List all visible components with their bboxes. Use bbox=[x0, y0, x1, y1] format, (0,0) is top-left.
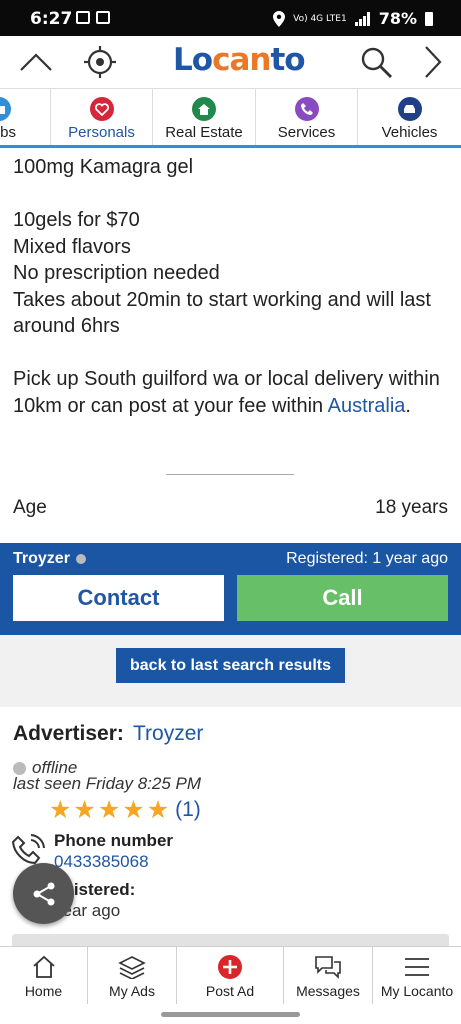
signal-icon bbox=[354, 11, 370, 26]
chevron-right-icon[interactable] bbox=[415, 44, 451, 80]
back-to-results-button[interactable]: back to last search results bbox=[116, 648, 345, 683]
battery-percent: 78% bbox=[378, 9, 417, 28]
share-button[interactable] bbox=[13, 863, 74, 924]
network-label: Vo) 4G LTE1 bbox=[293, 13, 347, 24]
category-label: bs bbox=[0, 124, 16, 141]
description-text: 100mg Kamagra gel 10gels for $70 Mixed f… bbox=[13, 156, 440, 417]
menu-icon bbox=[373, 954, 461, 980]
nav-home[interactable]: Home bbox=[0, 947, 88, 1005]
age-value: 18 years bbox=[375, 497, 448, 518]
heart-icon bbox=[89, 97, 114, 121]
notification-icon bbox=[76, 11, 90, 24]
category-vehicles[interactable]: Vehicles bbox=[358, 89, 461, 145]
category-personals[interactable]: Personals bbox=[51, 89, 153, 145]
nav-label: Home bbox=[24, 983, 63, 999]
nav-label: My Locanto bbox=[380, 983, 454, 999]
divider bbox=[166, 474, 294, 475]
bottom-nav: Home My Ads Post Ad Messages My Locanto bbox=[0, 946, 461, 1005]
nav-my-ads[interactable]: My Ads bbox=[88, 947, 177, 1005]
offline-dot-icon bbox=[75, 554, 86, 564]
description-end: . bbox=[405, 394, 411, 417]
system-home-bar bbox=[0, 1004, 461, 1024]
nav-label: Post Ad bbox=[205, 983, 255, 999]
nav-my-locanto[interactable]: My Locanto bbox=[373, 947, 461, 1005]
jobs-icon bbox=[0, 97, 11, 121]
ad-description: 100mg Kamagra gel 10gels for $70 Mixed f… bbox=[13, 154, 453, 419]
age-row: Age 18 years bbox=[13, 497, 448, 519]
category-label: Personals bbox=[68, 124, 135, 141]
category-real-estate[interactable]: Real Estate bbox=[153, 89, 256, 145]
australia-link[interactable]: Australia bbox=[328, 395, 406, 417]
plus-circle-icon bbox=[177, 954, 283, 980]
nav-label: My Ads bbox=[109, 983, 155, 999]
car-icon bbox=[397, 97, 422, 121]
category-label: Services bbox=[277, 124, 336, 141]
seller-name: Troyzer bbox=[13, 550, 86, 568]
star-icon: ★ bbox=[73, 796, 96, 824]
status-time: 6:27 bbox=[30, 9, 73, 29]
search-icon[interactable] bbox=[358, 44, 394, 80]
stack-icon bbox=[88, 954, 176, 980]
star-icon: ★ bbox=[122, 796, 145, 824]
advertiser-label: Advertiser: bbox=[13, 722, 124, 745]
nav-post-ad[interactable]: Post Ad bbox=[177, 947, 284, 1005]
contact-box: Troyzer Registered: 1 year ago Contact C… bbox=[0, 543, 461, 635]
partially-hidden-button bbox=[12, 934, 449, 946]
nav-label: Messages bbox=[296, 983, 360, 999]
battery-icon bbox=[425, 11, 433, 26]
house-icon bbox=[192, 97, 216, 121]
phone-number-link[interactable]: 0433385068 bbox=[54, 852, 149, 872]
last-seen: last seen Friday 8:25 PM bbox=[13, 774, 202, 793]
call-button[interactable]: Call bbox=[237, 575, 448, 621]
seller-username: Troyzer bbox=[13, 550, 70, 567]
category-bar: bs Personals Real Estate Services Vehicl… bbox=[0, 88, 461, 148]
messages-icon bbox=[284, 954, 372, 980]
nav-messages[interactable]: Messages bbox=[284, 947, 373, 1005]
gallery-icon bbox=[96, 11, 110, 24]
category-services[interactable]: Services bbox=[256, 89, 358, 145]
phone-label: Phone number bbox=[54, 831, 174, 850]
status-dot-icon bbox=[13, 761, 26, 775]
home-indicator[interactable] bbox=[161, 1012, 300, 1017]
phone-icon bbox=[294, 97, 319, 121]
back-section: back to last search results bbox=[0, 635, 461, 707]
location-icon bbox=[273, 10, 286, 27]
category-label: Real Estate bbox=[165, 124, 243, 141]
status-right: Vo) 4G LTE1 78% bbox=[273, 9, 433, 28]
status-bar: 6:27 Vo) 4G LTE1 78% bbox=[0, 0, 461, 36]
star-icon: ★ bbox=[97, 796, 121, 824]
category-jobs[interactable]: bs bbox=[0, 89, 51, 145]
category-label: Vehicles bbox=[381, 124, 438, 141]
chevron-up-icon[interactable] bbox=[18, 44, 54, 80]
advertiser-name-link[interactable]: Troyzer bbox=[133, 722, 203, 746]
locanto-logo[interactable]: Locanto bbox=[173, 42, 306, 78]
share-icon bbox=[33, 882, 54, 905]
contact-button[interactable]: Contact bbox=[13, 575, 224, 621]
registered-text: Registered: 1 year ago bbox=[286, 550, 448, 567]
star-icon: ★ bbox=[146, 796, 170, 824]
rating-stars[interactable]: ★ ★ ★ ★ ★ (1) bbox=[49, 795, 201, 825]
star-icon: ★ bbox=[49, 796, 72, 824]
age-label: Age bbox=[13, 497, 47, 518]
home-icon bbox=[0, 954, 87, 980]
notification-icons bbox=[76, 11, 110, 24]
rating-count[interactable]: (1) bbox=[175, 798, 201, 822]
locate-icon[interactable] bbox=[82, 44, 118, 80]
